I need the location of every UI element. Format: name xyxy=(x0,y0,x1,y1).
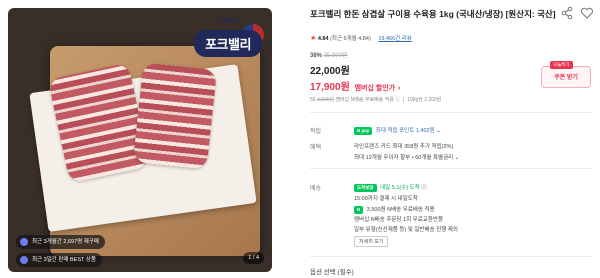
repurchase-badge: 최근 3개월간 2,697명 재구매 xyxy=(16,235,105,249)
share-icon[interactable] xyxy=(560,6,574,20)
chevron-right-icon: › xyxy=(397,85,401,92)
delivery-return: 멤버십 N배송 주문당 1회 무료교환반품 xyxy=(354,217,444,223)
npay-badge: N xyxy=(354,205,364,214)
best-seller-badge: 최근 3일간 판매 BEST 상품 xyxy=(16,253,102,267)
pork-belly-piece xyxy=(132,62,218,170)
reviews-link[interactable]: 19,466건 리뷰 xyxy=(378,36,412,42)
ship-text: 멤버십 N배송 무료배송 적용 xyxy=(335,97,394,103)
badge-text: 최근 3개월간 2,697명 재구매 xyxy=(32,239,99,245)
divider xyxy=(310,256,592,257)
logo-subtitle: 우리돼지 xyxy=(218,19,238,25)
points-value[interactable]: N pay 최대 적립 포인트 1,402원 ⌄ xyxy=(354,126,441,135)
member-price: 17,900원 xyxy=(310,82,350,93)
benefit-line-2-text: 최대 12개월 무이자 할부 • 60개월 특별금리 xyxy=(354,155,454,161)
option-select-label[interactable]: 옵션 선택 (필수) xyxy=(310,266,354,276)
info-icon[interactable]: ⓘ xyxy=(395,97,400,103)
coupon-button[interactable]: 오늘특가 쿠폰 받기 xyxy=(541,61,591,88)
info-icon[interactable]: ⓘ xyxy=(421,185,427,191)
chevron-down-icon: ⌄ xyxy=(436,128,441,134)
unit-price: 100g당 2,200원 xyxy=(407,97,442,103)
rating-detail: (최근 6개월 4.84 xyxy=(330,36,369,42)
ship-original: 3,500원 xyxy=(316,97,335,103)
delivery-date: 내일 5.1(수) 도착 xyxy=(380,185,420,191)
badge-icon xyxy=(20,256,28,264)
points-label: 적립 xyxy=(310,129,322,135)
delivery-fee-text: 3,500원 N배송 무료배송 적용 xyxy=(366,207,435,213)
discount-row: 38% 35,900원 xyxy=(310,50,348,59)
delivery-cutoff: 15:00까지 결제 시 내일도착 xyxy=(354,196,418,202)
discount-percent: 38% xyxy=(310,53,323,59)
sale-price: 22,000원 xyxy=(310,66,350,77)
shipping-summary: 50 3,500원 멤버십 N배송 무료배송 적용 ⓘ | 100g당 2,20… xyxy=(310,97,442,103)
star-icon: ★ xyxy=(310,35,317,42)
ship-label: 50 xyxy=(310,97,316,103)
product-title: 포크밸리 한돈 삼겹살 구이용 수육용 1kg (국내산/냉장) [원산지: 국… xyxy=(310,9,556,19)
logo-title: 포크밸리 xyxy=(194,30,262,57)
badge-text: 최근 3일간 판매 BEST 상품 xyxy=(32,257,96,263)
npay-badge: N pay xyxy=(354,126,373,135)
product-image[interactable]: 우리돼지 포크밸리 최근 3개월간 2,697명 재구매 최근 3일간 판매 B… xyxy=(8,8,272,272)
more-details-button[interactable]: 자세히 보기 xyxy=(354,236,389,247)
benefit-label: 혜택 xyxy=(310,145,322,151)
divider xyxy=(310,112,592,113)
rating-detail-close: ) xyxy=(368,36,371,42)
delivery-fee: N 3,500원 N배송 무료배송 적용 xyxy=(354,205,435,214)
member-price-row[interactable]: 17,900원 멤버십 할인가 › xyxy=(310,78,400,93)
rating-score: 4.84 xyxy=(317,36,329,42)
wishlist-icon[interactable] xyxy=(580,6,594,20)
points-text: 최대 적립 포인트 1,402원 xyxy=(375,128,435,134)
delivery-exclusion: 일부 유형(신선제품 등) 및 일반배송 진행 제외 xyxy=(354,227,458,233)
benefit-line-2: 최대 12개월 무이자 할부 • 60개월 특별금리 ⌄ xyxy=(354,153,459,161)
divider xyxy=(310,168,592,169)
coupon-tag: 오늘특가 xyxy=(550,61,573,69)
member-price-label: 멤버십 할인가 xyxy=(354,85,396,92)
original-price: 35,900원 xyxy=(323,53,348,59)
delivery-label: 배송 xyxy=(310,186,322,192)
guarantee-badge: 도착보장 xyxy=(354,183,377,192)
benefit-line-1: 라인프렌즈 카드 최대 358원 추가 적립(2%) xyxy=(354,144,454,150)
delivery-date-row: 도착보장 내일 5.1(수) 도착 ⓘ xyxy=(354,183,427,192)
brand-logo: 우리돼지 포크밸리 xyxy=(194,18,264,66)
chevron-down-icon[interactable]: ⌄ xyxy=(455,155,460,161)
badge-icon xyxy=(20,238,28,246)
rating-row: ★ 4.84 (최근 6개월 4.84) 19,466건 리뷰 xyxy=(310,34,412,42)
image-pager[interactable]: 1 / 4 xyxy=(243,252,264,264)
coupon-label: 쿠폰 받기 xyxy=(554,75,578,81)
